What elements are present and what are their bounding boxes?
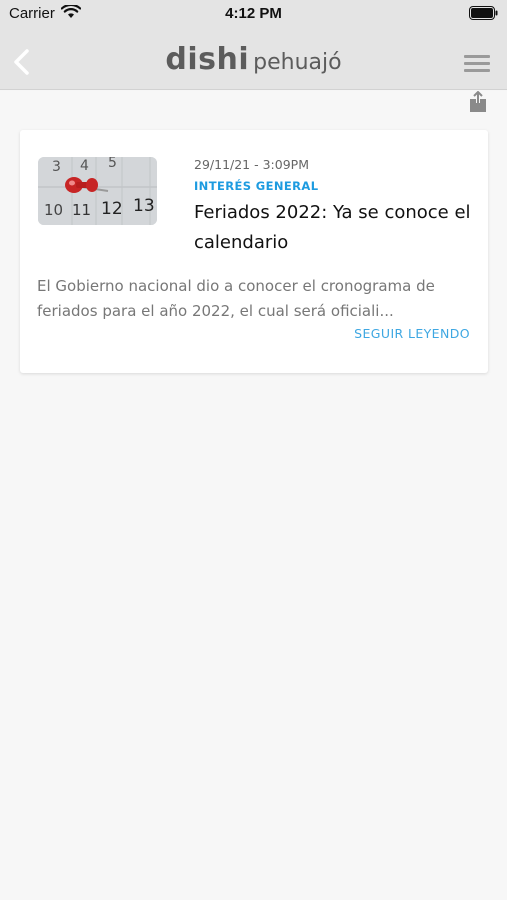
share-button[interactable] [469, 91, 487, 113]
calendar-pin-image: 3 4 5 10 11 12 13 [38, 157, 157, 225]
status-bar: Carrier 4:12 PM [0, 0, 507, 28]
menu-line-icon [464, 69, 490, 72]
menu-line-icon [464, 55, 490, 58]
logo-sub-text: pehuajó [253, 50, 342, 75]
calendar-day: 12 [101, 199, 123, 219]
article-excerpt: El Gobierno nacional dio a conocer el cr… [37, 277, 435, 320]
battery-icon [469, 6, 498, 20]
calendar-day: 3 [52, 159, 61, 175]
menu-line-icon [464, 62, 490, 65]
article-thumbnail[interactable]: 3 4 5 10 11 12 13 [38, 157, 157, 225]
navigation-bar: dishi pehuajó [0, 28, 507, 90]
article-category[interactable]: INTERÉS GENERAL [194, 179, 318, 193]
app-logo: dishi pehuajó [0, 42, 507, 77]
article-title[interactable]: Feriados 2022: Ya se conoce el calendari… [194, 198, 479, 258]
calendar-day: 4 [80, 158, 89, 174]
article-card[interactable]: 3 4 5 10 11 12 13 29/11/21 - 3:09PM INTE… [20, 130, 488, 373]
calendar-day: 13 [133, 196, 155, 216]
calendar-day: 10 [44, 201, 63, 219]
logo-main-text: dishi [165, 42, 250, 77]
read-more-link[interactable]: SEGUIR LEYENDO [354, 326, 470, 341]
calendar-day: 11 [72, 201, 91, 219]
article-date: 29/11/21 - 3:09PM [194, 157, 309, 172]
clock: 4:12 PM [225, 5, 282, 22]
hamburger-menu-button[interactable] [464, 55, 490, 75]
calendar-day: 5 [108, 157, 117, 171]
